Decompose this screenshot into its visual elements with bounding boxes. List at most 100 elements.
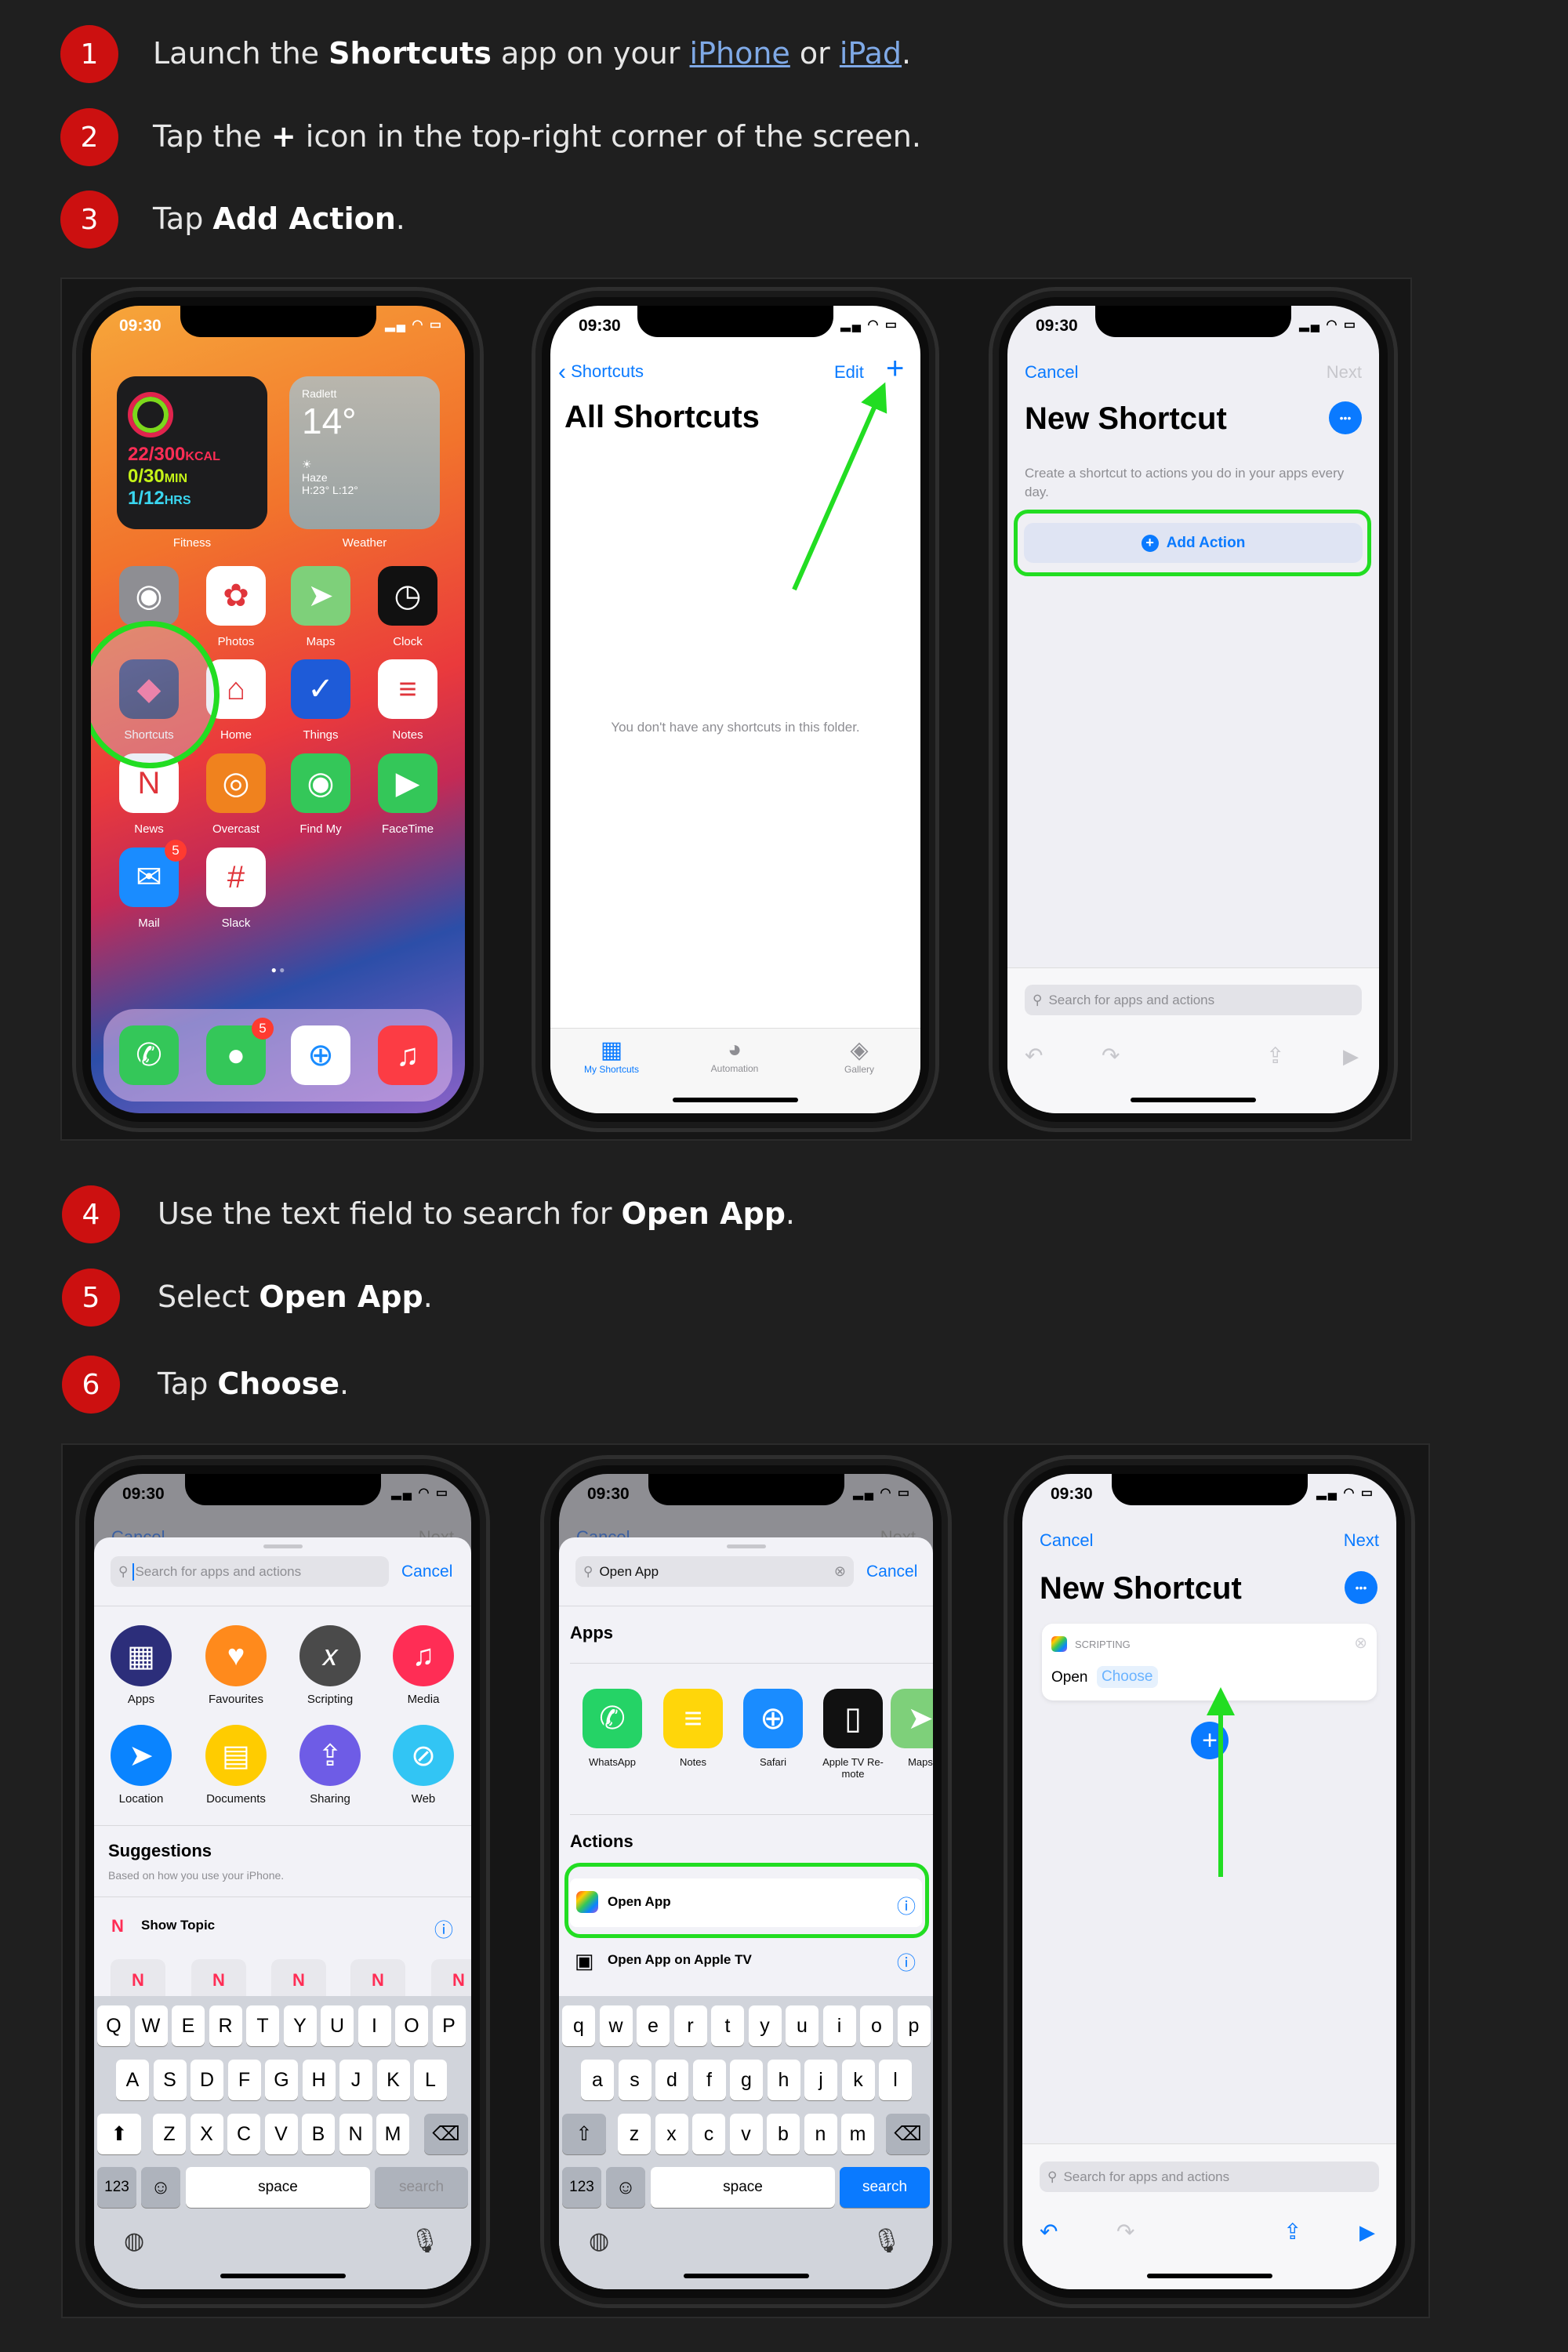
app-clock[interactable]: ◷ Clock (368, 566, 447, 648)
app-result-appletvremote[interactable]: ▯ Apple TV Re-mote (814, 1689, 892, 1780)
app-mail[interactable]: ✉ 5 Mail (110, 840, 188, 930)
key-w[interactable]: W (599, 2005, 633, 2046)
key-t[interactable]: T (246, 2005, 279, 2046)
key-r[interactable]: R (209, 2005, 242, 2046)
app-find-my[interactable]: ◉ Find My (281, 753, 360, 836)
key-y[interactable]: Y (283, 2005, 317, 2046)
key-n[interactable]: N (804, 2114, 837, 2154)
key-s[interactable]: S (153, 2060, 187, 2100)
key-h[interactable]: H (767, 2060, 800, 2100)
app-result-safari[interactable]: ⊕ Safari (734, 1689, 812, 1768)
app-maps[interactable]: ➤ Maps (281, 566, 360, 648)
key-o[interactable]: O (860, 2005, 893, 2046)
key-j[interactable]: J (804, 2060, 837, 2100)
key-p[interactable]: P (432, 2005, 466, 2046)
key-h[interactable]: H (302, 2060, 336, 2100)
key-s[interactable]: S (618, 2060, 652, 2100)
shift-key[interactable]: ⬆ (97, 2114, 141, 2154)
category-scripting[interactable]: 𝑥 Scripting (287, 1625, 373, 1706)
globe-icon[interactable]: ◍ (589, 2227, 609, 2255)
dock-music[interactable]: ♫ (368, 1025, 447, 1085)
app-facetime[interactable]: ▶ FaceTime (368, 753, 447, 836)
home-indicator[interactable] (683, 2274, 809, 2278)
play-icon[interactable]: ▶ (1359, 2220, 1375, 2245)
search-field[interactable]: ⚲ Open App ⊗ (575, 1556, 854, 1587)
sheet-grabber[interactable] (726, 1544, 766, 1548)
redo-icon[interactable]: ↷ (1116, 2219, 1134, 2245)
key-u[interactable]: U (786, 2005, 818, 2046)
undo-icon[interactable]: ↶ (1040, 2219, 1058, 2245)
key-v[interactable]: V (264, 2114, 298, 2154)
dock-safari[interactable]: ⊕ (281, 1025, 360, 1085)
cancel-button[interactable]: Cancel (401, 1563, 452, 1581)
category-web[interactable]: ⊘ Web (380, 1725, 466, 1806)
key-z[interactable]: Z (153, 2114, 186, 2154)
numbers-key[interactable]: 123 (562, 2167, 601, 2208)
app-photos[interactable]: ✿ Photos (197, 566, 275, 648)
suggestion-row[interactable]: N Show Topic ⓘ (94, 1907, 471, 1946)
numbers-key[interactable]: 123 (97, 2167, 136, 2208)
delete-key[interactable]: ⌫ (886, 2114, 930, 2154)
key-x[interactable]: X (190, 2114, 223, 2154)
redo-icon[interactable]: ↷ (1102, 1043, 1120, 1069)
fitness-widget[interactable]: 22/300KCAL 0/30MIN 1/12HRS (117, 376, 267, 529)
key-g[interactable]: G (730, 2060, 763, 2100)
search-key[interactable]: search (375, 2167, 468, 2208)
shift-key[interactable]: ⇧ (562, 2114, 606, 2154)
search-field[interactable]: ⚲ Search for apps and actions (1040, 2161, 1379, 2192)
app-result-notes[interactable]: ≡ Notes (654, 1689, 732, 1768)
category-media[interactable]: ♫ Media (380, 1625, 466, 1706)
info-icon[interactable]: ⓘ (434, 1915, 453, 1942)
key-d[interactable]: D (191, 2060, 223, 2100)
cancel-button[interactable]: Cancel (1025, 362, 1078, 383)
key-l[interactable]: L (414, 2060, 447, 2100)
cancel-button[interactable]: Cancel (866, 1563, 917, 1581)
key-f[interactable]: F (692, 2060, 726, 2100)
emoji-key[interactable]: ☺ (606, 2167, 645, 2208)
app-overcast[interactable]: ◎ Overcast (197, 753, 275, 836)
key-a[interactable]: A (581, 2060, 614, 2100)
key-y[interactable]: Y (748, 2005, 782, 2046)
dock-messages[interactable]: ● 5 (197, 1018, 275, 1085)
next-button[interactable]: Next (1327, 362, 1362, 383)
app-things[interactable]: ✓ Things (281, 659, 360, 742)
share-icon[interactable]: ⇪ (1283, 2219, 1301, 2245)
delete-key[interactable]: ⌫ (424, 2114, 468, 2154)
key-k[interactable]: K (841, 2060, 875, 2100)
globe-icon[interactable]: ◍ (124, 2227, 144, 2255)
link-ipad[interactable]: iPad (840, 36, 902, 71)
search-field[interactable]: ⚲ Search for apps and actions (1025, 985, 1362, 1015)
key-k[interactable]: K (376, 2060, 410, 2100)
weather-widget[interactable]: Radlett 14° ☀ Haze H:23° L:12° (289, 376, 440, 529)
key-e[interactable]: E (637, 2005, 670, 2046)
play-icon[interactable]: ▶ (1343, 1044, 1359, 1069)
emoji-key[interactable]: ☺ (141, 2167, 180, 2208)
search-key[interactable]: search (840, 2167, 930, 2208)
key-n[interactable]: N (339, 2114, 372, 2154)
home-indicator[interactable] (220, 2274, 346, 2278)
tab-gallery[interactable]: ◈ Gallery (812, 1036, 906, 1075)
microphone-icon[interactable]: 🎙 (872, 2227, 902, 2255)
key-z[interactable]: Z (618, 2114, 651, 2154)
key-f[interactable]: F (227, 2060, 261, 2100)
search-field[interactable]: ⚲ Search for apps and actions (111, 1556, 389, 1587)
key-i[interactable]: I (358, 2005, 391, 2046)
link-iphone[interactable]: iPhone (690, 36, 790, 71)
key-m[interactable]: M (376, 2114, 409, 2154)
category-apps[interactable]: ▦ Apps (98, 1625, 184, 1706)
more-button[interactable]: ••• (1329, 401, 1362, 434)
app-result-maps[interactable]: ➤ Maps (881, 1689, 933, 1768)
microphone-icon[interactable]: 🎙 (410, 2227, 440, 2255)
category-documents[interactable]: ▤ Documents (193, 1725, 279, 1806)
key-d[interactable]: D (655, 2060, 688, 2100)
key-c[interactable]: C (227, 2114, 260, 2154)
key-q[interactable]: Q (97, 2005, 130, 2046)
key-w[interactable]: W (134, 2005, 168, 2046)
tab-my-shortcuts[interactable]: ▦ My Shortcuts (564, 1036, 659, 1075)
key-x[interactable]: X (655, 2114, 688, 2154)
undo-icon[interactable]: ↶ (1025, 1043, 1043, 1069)
page-dots[interactable]: ● ● (91, 964, 465, 975)
app-result-whatsapp[interactable]: ✆ WhatsApp (573, 1689, 652, 1768)
sheet-grabber[interactable] (263, 1544, 303, 1548)
category-sharing[interactable]: ⇪ Sharing (287, 1725, 373, 1806)
